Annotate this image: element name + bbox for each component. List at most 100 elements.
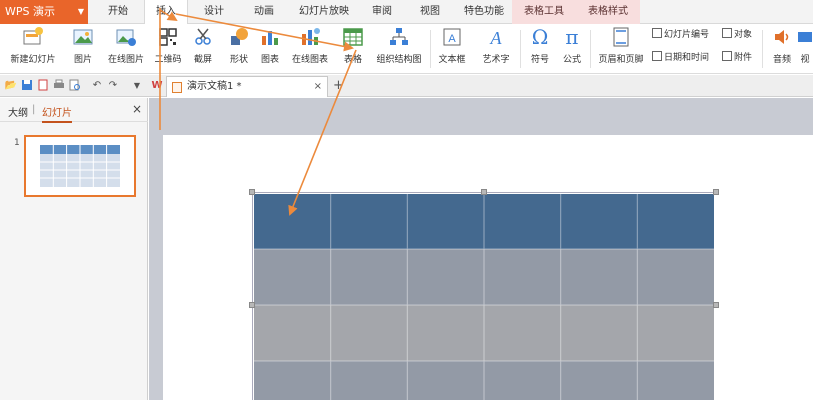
app-name: WPS 演示 (5, 5, 55, 18)
attachment-label: 附件 (734, 53, 753, 63)
slide-thumbnail[interactable] (24, 135, 136, 197)
calendar-icon (652, 51, 662, 61)
ribbon-separator (590, 30, 591, 68)
shapes-button[interactable]: 形状 (222, 26, 256, 70)
open-icon[interactable]: 📂 (4, 79, 18, 93)
resize-handle-mid-right[interactable] (713, 302, 719, 308)
export-pdf-icon[interactable] (36, 79, 50, 93)
menu-table-tools[interactable]: 表格工具 (512, 0, 576, 24)
org-chart-button[interactable]: 组织结构图 (372, 26, 426, 70)
wordart-icon: A (490, 28, 503, 48)
new-tab-icon[interactable]: + (333, 78, 344, 93)
undo-icon[interactable]: ↶ (90, 79, 104, 93)
online-chart-button[interactable]: 在线图表 (286, 26, 334, 70)
header-footer-button[interactable]: 页眉和页脚 (594, 26, 648, 70)
object-label: 对象 (734, 30, 753, 40)
online-picture-icon (116, 29, 136, 46)
slide-number-label: 幻灯片编号 (664, 30, 710, 40)
audio-label: 音频 (772, 55, 791, 65)
svg-text:A: A (448, 33, 456, 45)
resize-handle-top-left[interactable] (249, 189, 255, 195)
app-menu-button[interactable]: WPS 演示 ▼ (0, 0, 88, 24)
table-label: 表格 (343, 55, 362, 65)
video-label: 视 (800, 55, 810, 65)
slide-number-icon (652, 28, 662, 38)
chart-button[interactable]: 图表 (256, 26, 284, 70)
table-grid[interactable] (254, 194, 714, 400)
menu-home[interactable]: 开始 (96, 0, 140, 24)
screenshot-label: 截屏 (193, 55, 212, 65)
org-chart-icon (390, 28, 408, 45)
shapes-icon (231, 28, 248, 45)
close-panel-icon[interactable]: × (132, 102, 142, 116)
symbol-button[interactable]: Ω 符号 (524, 26, 556, 70)
menu-review[interactable]: 审阅 (360, 0, 404, 24)
panel-tabs: 大纲 | 幻灯片 × (0, 98, 148, 123)
customize-dropdown-icon[interactable]: ▼ (130, 79, 144, 93)
attachment-button[interactable]: 附件 (722, 50, 752, 66)
textbox-icon: A (443, 28, 461, 46)
slide-number-button[interactable]: 幻灯片编号 (652, 27, 709, 43)
screenshot-icon (195, 28, 211, 45)
object-button[interactable]: 对象 (722, 27, 752, 43)
date-time-button[interactable]: 日期和时间 (652, 50, 709, 66)
resize-handle-top-right[interactable] (713, 189, 719, 195)
new-slide-button[interactable]: 新建幻灯片 (4, 26, 62, 70)
menu-animation[interactable]: 动画 (242, 0, 286, 24)
qr-code-button[interactable]: 二维码 (152, 26, 184, 70)
tab-outline[interactable]: 大纲 (8, 104, 28, 119)
video-button[interactable]: 视 (798, 26, 812, 70)
screenshot-button[interactable]: 截屏 (186, 26, 220, 70)
online-picture-button[interactable]: 在线图片 (104, 26, 148, 70)
video-icon (798, 32, 812, 42)
formula-icon: π (565, 25, 579, 49)
document-tab[interactable]: 演示文稿1 * × (166, 76, 328, 97)
table-icon (343, 28, 363, 46)
menu-design[interactable]: 设计 (192, 0, 236, 24)
tab-slides[interactable]: 幻灯片 (42, 104, 72, 123)
online-chart-icon (302, 28, 320, 45)
chart-icon (262, 31, 278, 45)
qr-code-icon (159, 28, 177, 46)
chart-label: 图表 (260, 55, 279, 65)
menu-insert[interactable]: 插入 (144, 0, 188, 25)
textbox-button[interactable]: A 文本框 (432, 26, 472, 70)
online-chart-label: 在线图表 (291, 55, 328, 65)
picture-icon (73, 29, 93, 45)
attachment-icon (722, 51, 732, 61)
resize-handle-top-center[interactable] (481, 189, 487, 195)
audio-icon (775, 30, 789, 44)
qr-code-label: 二维码 (154, 55, 182, 65)
wps-logo-icon[interactable]: W (150, 79, 164, 93)
save-icon[interactable] (20, 79, 34, 93)
print-preview-icon[interactable] (68, 79, 82, 93)
header-footer-icon (613, 27, 629, 47)
resize-handle-mid-left[interactable] (249, 302, 255, 308)
menu-table-style[interactable]: 表格样式 (576, 0, 640, 24)
formula-label: 公式 (562, 55, 581, 65)
print-icon[interactable] (52, 79, 66, 93)
object-icon (722, 28, 732, 38)
ribbon-insert: 新建幻灯片 图片 在线图片 二维码 截屏 形状 图表 在线图表 表格 组织结构图… (0, 24, 813, 74)
redo-icon[interactable]: ↷ (106, 79, 120, 93)
tab-separator: | (32, 104, 36, 115)
symbol-label: 符号 (530, 55, 549, 65)
table-object[interactable] (252, 192, 714, 400)
close-tab-icon[interactable]: × (314, 77, 322, 97)
wordart-button[interactable]: A 艺术字 (476, 26, 516, 70)
date-time-label: 日期和时间 (664, 53, 710, 63)
table-button[interactable]: 表格 (336, 26, 370, 70)
textbox-label: 文本框 (438, 55, 466, 65)
ribbon-separator (520, 30, 521, 68)
menu-special-features[interactable]: 特色功能 (456, 0, 512, 24)
menu-slideshow[interactable]: 幻灯片放映 (292, 0, 356, 24)
menu-view[interactable]: 视图 (408, 0, 452, 24)
audio-button[interactable]: 音频 (766, 26, 798, 70)
thumbnail-table-preview (40, 145, 120, 187)
ribbon-separator (762, 30, 763, 68)
symbol-icon: Ω (531, 25, 549, 49)
formula-button[interactable]: π 公式 (558, 26, 586, 70)
picture-button[interactable]: 图片 (66, 26, 100, 70)
presentation-file-icon (172, 82, 182, 93)
document-tab-title: 演示文稿1 * (187, 81, 242, 92)
